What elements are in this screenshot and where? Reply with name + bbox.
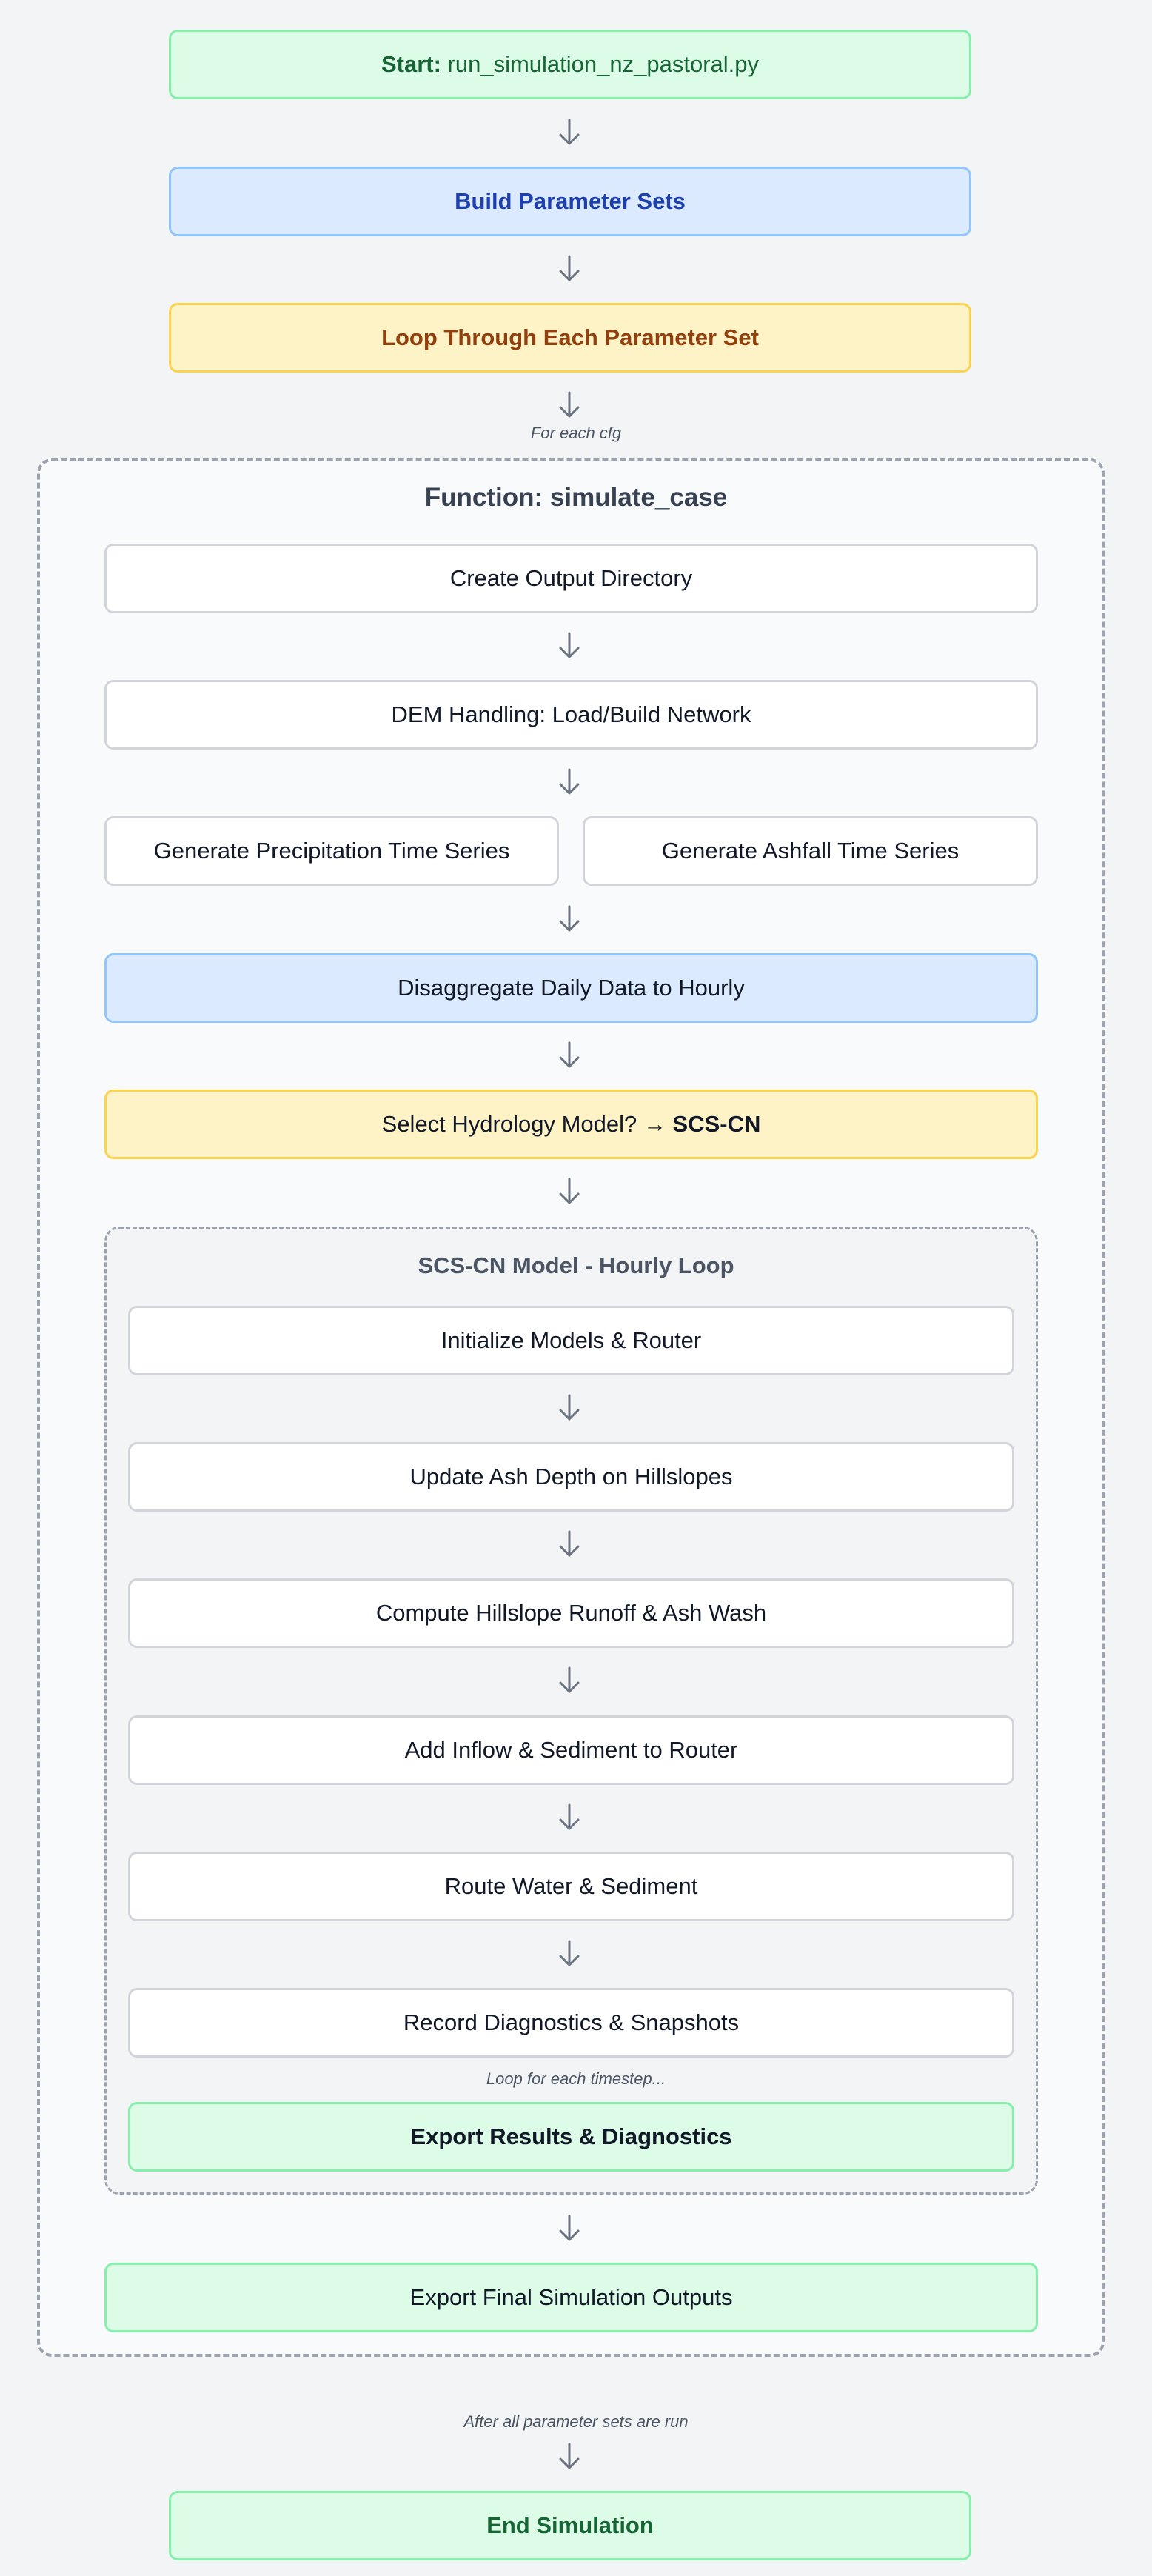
disaggregate-label: Disaggregate Daily Data to Hourly xyxy=(398,975,745,1001)
scs-step-update-ash: Update Ash Depth on Hillslopes xyxy=(128,1442,1014,1512)
select-model-value: SCS-CN xyxy=(672,1111,761,1137)
arrow-down-icon xyxy=(557,768,582,796)
arrow-down-icon xyxy=(557,391,582,419)
select-model-label: Select Hydrology Model? → xyxy=(381,1111,666,1137)
select-hydrology-model-node: Select Hydrology Model? → SCS-CN xyxy=(104,1090,1038,1159)
arrow-down-icon xyxy=(557,119,582,147)
arrow-down-icon xyxy=(557,255,582,283)
scs-step-label: Initialize Models & Router xyxy=(441,1327,702,1353)
scs-cn-title: SCS-CN Model - Hourly Loop xyxy=(418,1252,734,1278)
arrow-down-icon xyxy=(557,1803,582,1832)
loop-parameter-sets-node: Loop Through Each Parameter Set xyxy=(169,303,971,373)
scs-step-route: Route Water & Sediment xyxy=(128,1852,1014,1921)
start-label: Start: xyxy=(381,51,441,77)
export-results-node: Export Results & Diagnostics xyxy=(128,2102,1014,2172)
start-script: run_simulation_nz_pastoral.py xyxy=(447,51,760,77)
create-output-directory-node: Create Output Directory xyxy=(104,544,1038,613)
function-title: Function: simulate_case xyxy=(424,483,728,512)
arrow-down-icon xyxy=(557,1940,582,1968)
scs-step-initialize: Initialize Models & Router xyxy=(128,1306,1014,1375)
end-node: End Simulation xyxy=(169,2491,971,2560)
ashfall-label: Generate Ashfall Time Series xyxy=(661,838,960,864)
dem-label: DEM Handling: Load/Build Network xyxy=(391,701,751,727)
scs-step-label: Add Inflow & Sediment to Router xyxy=(404,1737,738,1763)
disaggregate-node: Disaggregate Daily Data to Hourly xyxy=(104,953,1038,1023)
export-final-node: Export Final Simulation Outputs xyxy=(104,2263,1038,2332)
arrow-down-icon xyxy=(557,2443,582,2471)
scs-step-label: Record Diagnostics & Snapshots xyxy=(403,2009,740,2035)
scs-step-runoff: Compute Hillslope Runoff & Ash Wash xyxy=(128,1578,1014,1648)
build-label: Build Parameter Sets xyxy=(455,188,686,214)
export-final-label: Export Final Simulation Outputs xyxy=(409,2284,733,2310)
scs-step-label: Update Ash Depth on Hillslopes xyxy=(409,1464,733,1489)
arrow-down-icon xyxy=(557,1178,582,1206)
loop-label: Loop Through Each Parameter Set xyxy=(381,324,759,350)
start-node: Start: run_simulation_nz_pastoral.py xyxy=(169,30,971,99)
arrow-down-icon xyxy=(557,1666,582,1695)
precip-label: Generate Precipitation Time Series xyxy=(153,838,510,864)
ashfall-node: Generate Ashfall Time Series xyxy=(583,816,1038,886)
precipitation-node: Generate Precipitation Time Series xyxy=(104,816,559,886)
build-parameter-sets-node: Build Parameter Sets xyxy=(169,167,971,236)
arrow-down-icon xyxy=(557,632,582,660)
scs-step-add-inflow: Add Inflow & Sediment to Router xyxy=(128,1715,1014,1785)
after-all-note: After all parameter sets are run xyxy=(463,2412,689,2431)
arrow-down-icon xyxy=(557,1394,582,1422)
export-results-label: Export Results & Diagnostics xyxy=(410,2123,732,2149)
scs-step-label: Route Water & Sediment xyxy=(444,1873,698,1899)
end-label: End Simulation xyxy=(486,2512,654,2538)
arrow-down-icon xyxy=(557,905,582,933)
arrow-down-icon xyxy=(557,2215,582,2243)
arrow-down-icon xyxy=(557,1530,582,1558)
scs-step-label: Compute Hillslope Runoff & Ash Wash xyxy=(375,1600,767,1626)
for-each-note: For each cfg xyxy=(530,424,622,442)
arrow-down-icon xyxy=(557,1041,582,1070)
scs-step-record: Record Diagnostics & Snapshots xyxy=(128,1988,1014,2058)
dem-handling-node: DEM Handling: Load/Build Network xyxy=(104,680,1038,750)
timestep-loop-note: Loop for each timestep... xyxy=(486,2069,666,2088)
output-dir-label: Create Output Directory xyxy=(449,565,693,591)
